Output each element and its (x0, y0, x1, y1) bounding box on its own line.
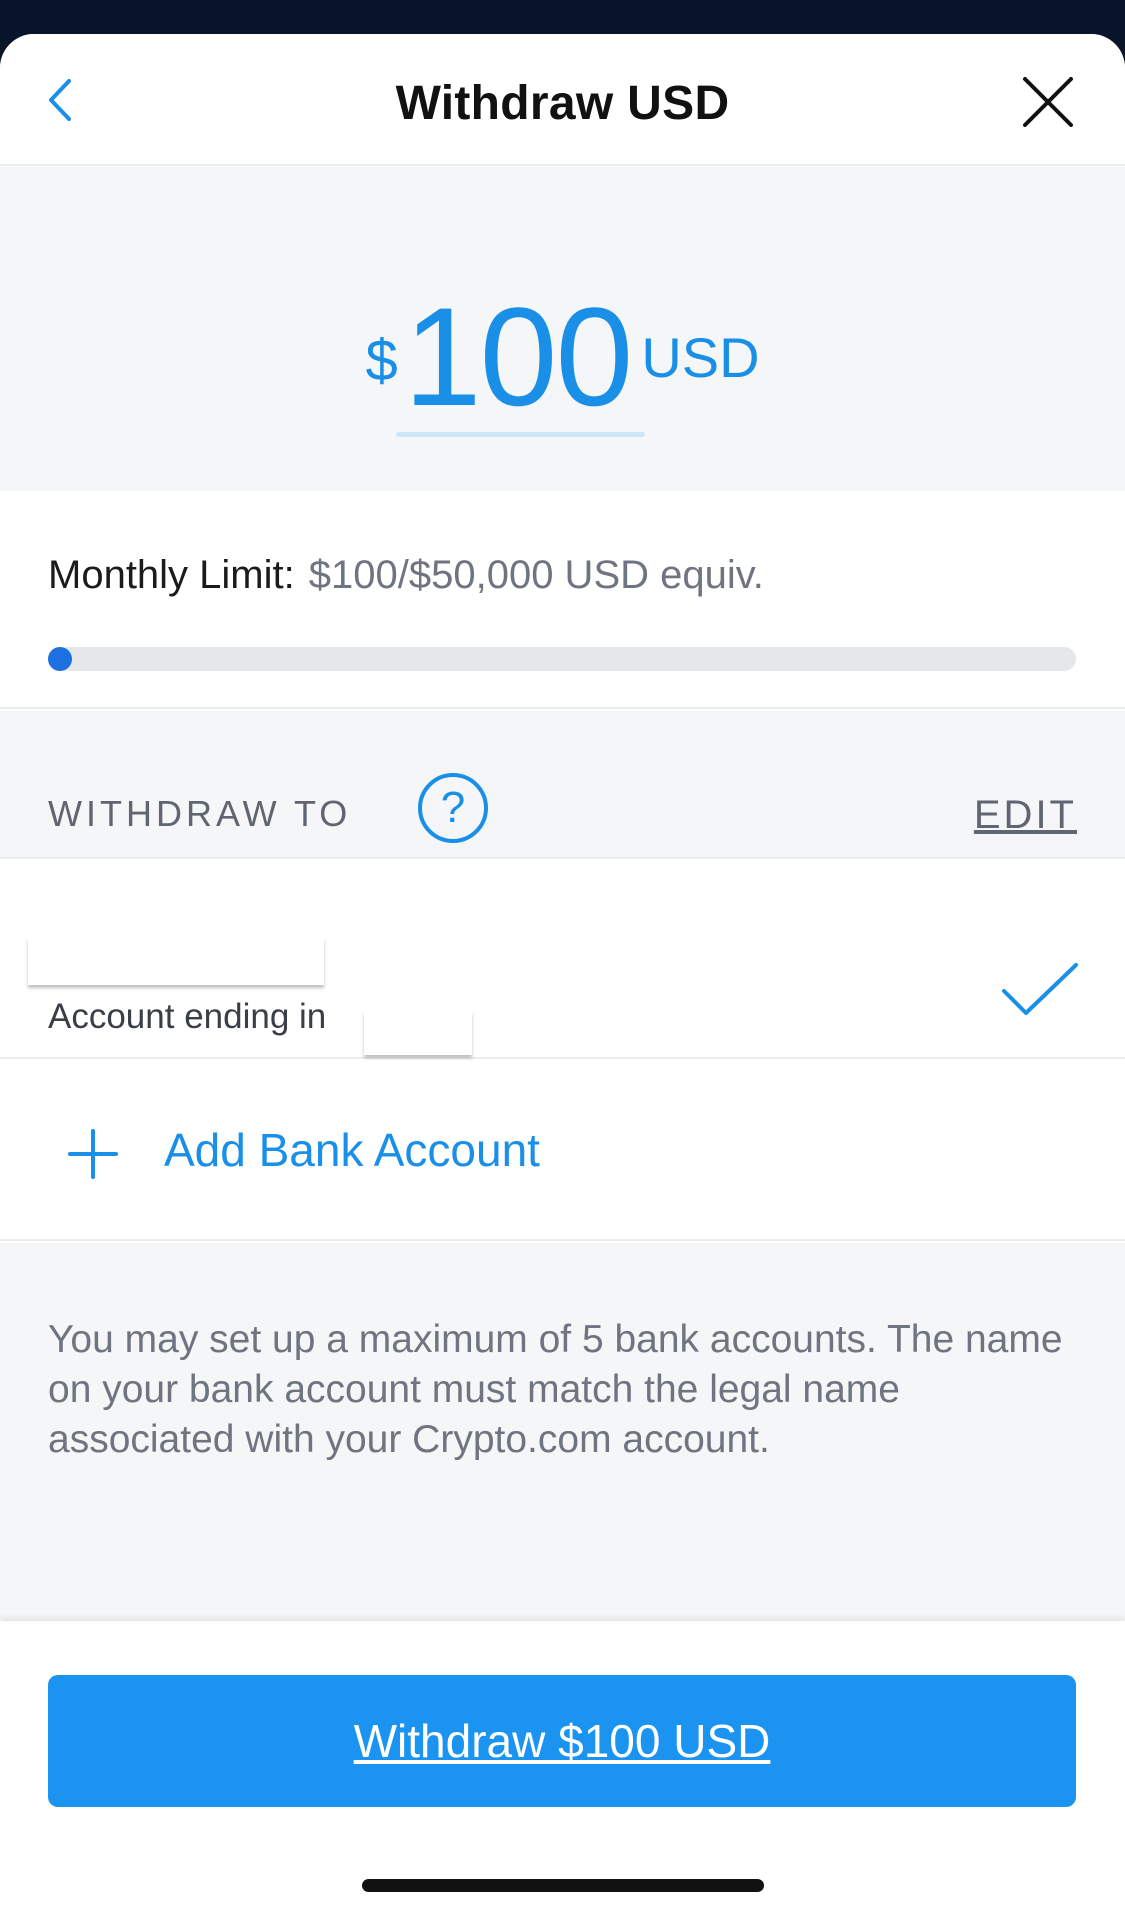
redacted-account-number (364, 1011, 472, 1055)
withdraw-to-header: WITHDRAW TO ? EDIT (0, 711, 1125, 859)
plus-icon (68, 1129, 118, 1179)
withdraw-button[interactable]: Withdraw $100 USD (48, 1675, 1076, 1807)
bank-account-row[interactable]: Account ending in (0, 861, 1125, 1059)
home-indicator (362, 1879, 764, 1892)
monthly-limit-label: Monthly Limit: (48, 553, 295, 597)
amount-value: 100 (403, 278, 634, 435)
monthly-limit-text: Monthly Limit: $100/$50,000 USD equiv. (48, 553, 764, 598)
monthly-limit-section: Monthly Limit: $100/$50,000 USD equiv. (0, 491, 1125, 709)
footer: Withdraw $100 USD (0, 1621, 1125, 1910)
withdraw-sheet: Withdraw USD $ 100 USD Monthly Limit: $10… (0, 34, 1125, 1910)
add-bank-account-label: Add Bank Account (164, 1124, 540, 1176)
account-subtitle: Account ending in (48, 997, 327, 1036)
checkmark-icon (1002, 963, 1078, 1015)
monthly-limit-value: $100/$50,000 USD equiv. (308, 553, 764, 597)
help-icon[interactable]: ? (418, 773, 488, 843)
redacted-account-name (28, 937, 324, 985)
limit-progress-fill (48, 647, 72, 671)
amount-section: $ 100 USD (0, 167, 1125, 491)
limit-progress-bar (48, 647, 1076, 671)
page-title: Withdraw USD (395, 77, 730, 130)
close-icon (1023, 77, 1073, 127)
currency-unit: USD (641, 326, 760, 389)
info-text: You may set up a maximum of 5 bank accou… (48, 1318, 1063, 1461)
edit-button[interactable]: EDIT (974, 793, 1077, 838)
close-button[interactable] (1018, 72, 1078, 132)
withdraw-to-label: WITHDRAW TO (48, 793, 352, 834)
info-section: You may set up a maximum of 5 bank accou… (0, 1243, 1125, 1621)
amount-input[interactable]: $ 100 USD (0, 287, 1125, 447)
currency-symbol: $ (365, 328, 398, 393)
add-bank-account-button[interactable]: Add Bank Account (0, 1061, 1125, 1241)
header: Withdraw USD (0, 34, 1125, 166)
amount-underline (396, 432, 645, 437)
